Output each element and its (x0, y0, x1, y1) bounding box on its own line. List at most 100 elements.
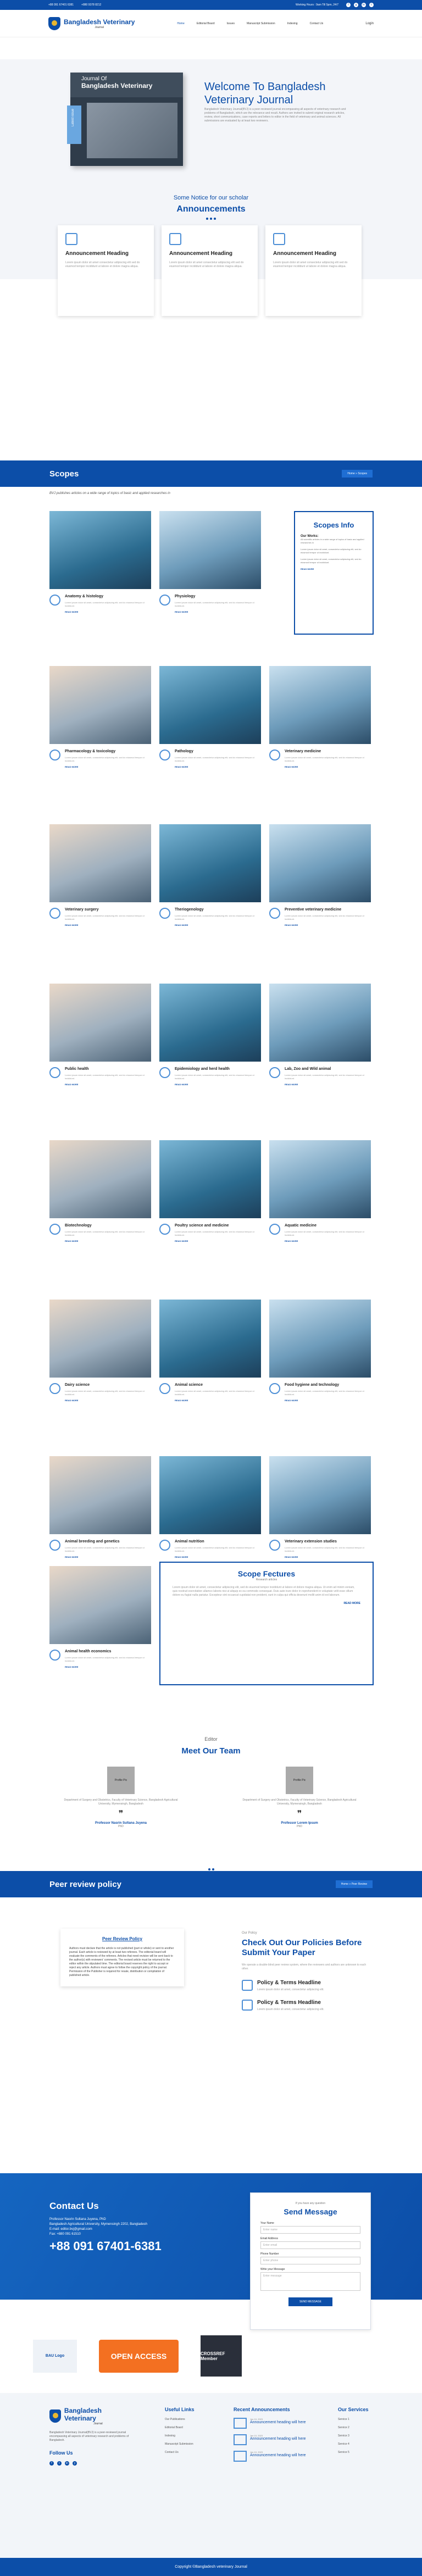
brand-logo[interactable]: Bangladesh Veterinary Journal (48, 16, 135, 30)
scopes-info-text: Lorem ipsum dolor sit amet, consectetur … (301, 548, 362, 554)
footer-link[interactable]: Indexing (165, 2434, 195, 2438)
contact-line: E-mail: editor.bvj@gmail.com (49, 2228, 92, 2231)
footer-about-text: Bangladesh Veterinary Journal(BVJ) is a … (49, 2431, 129, 2442)
scope-card[interactable]: Food hygiene and technology Lorem ipsum d… (269, 1300, 371, 1402)
recent-announcement[interactable]: Jan 10, 2023 Announcement heading will he… (234, 2418, 327, 2429)
scope-card[interactable]: Poultry science and medicine Lorem ipsum … (159, 1140, 261, 1242)
phone-field[interactable]: Enter phone (260, 2257, 360, 2264)
scope-card[interactable]: Public health Lorem ipsum dolor sit amet,… (49, 984, 151, 1086)
read-more-link[interactable]: READ MORE (301, 568, 367, 570)
scope-card[interactable]: Animal breeding and genetics Lorem ipsum … (49, 1456, 151, 1558)
scope-card[interactable]: Aquatic medicine Lorem ipsum dolor sit am… (269, 1140, 371, 1242)
footer-link[interactable]: Manuscript Submission (165, 2442, 195, 2446)
crumb-home[interactable]: Home (341, 1883, 348, 1886)
scope-card[interactable]: Pathology Lorem ipsum dolor sit amet, con… (159, 666, 261, 768)
read-more-link[interactable]: READ MORE (175, 924, 261, 926)
youtube-icon[interactable]: y (73, 2461, 77, 2466)
policy-sub: Our Policy (242, 1931, 257, 1935)
announcement-card[interactable]: Announcement Heading Lorem ipsum dolor si… (162, 225, 258, 316)
policy-heading: Check Out Our Policies Before Submit You… (242, 1938, 362, 1957)
twitter-icon[interactable]: t (369, 3, 374, 7)
scopes-banner: Scopes Home » Scopes (0, 460, 422, 487)
scope-card[interactable]: Preventive veterinary medicine Lorem ipsu… (269, 824, 371, 926)
read-more-link[interactable]: READ MORE (285, 1556, 371, 1558)
twitter-icon[interactable]: t (57, 2461, 62, 2466)
menu-indexing[interactable]: Indexing (287, 22, 298, 25)
service-link[interactable]: Service 1 (338, 2418, 369, 2421)
menu-submission[interactable]: Manuscript Submission (247, 22, 275, 25)
scope-desc: Lorem ipsum dolor sit amet, consectetur … (175, 1546, 254, 1552)
menu-editorial[interactable]: Editorial Board (197, 22, 215, 25)
announcement-card[interactable]: Announcement Heading Lorem ipsum dolor si… (58, 225, 154, 316)
service-link[interactable]: Service 4 (338, 2442, 369, 2446)
read-more-link[interactable]: READ MORE (175, 765, 261, 768)
scope-card[interactable]: Epidemiology and herd health Lorem ipsum … (159, 984, 261, 1086)
menu-home[interactable]: Home (177, 22, 184, 25)
recent-announcement[interactable]: Jan 10, 2023 Announcement heading will he… (234, 2434, 327, 2445)
footer-link[interactable]: Contact Us (165, 2451, 195, 2454)
recent-announcement[interactable]: Jan 10, 2023 Announcement heading will he… (234, 2451, 327, 2462)
footer-link[interactable]: Our Publications (165, 2418, 195, 2421)
read-more-link[interactable]: READ MORE (65, 1556, 151, 1558)
read-more-link[interactable]: READ MORE (65, 765, 151, 768)
scope-card[interactable]: Anatomy & histology Lorem ipsum dolor sit… (49, 511, 151, 613)
announce-title: Announcements (176, 204, 246, 214)
linkedin-icon[interactable]: in (65, 2461, 69, 2466)
footer-link[interactable]: Editorial Board (165, 2426, 195, 2429)
message-field[interactable]: Enter message (260, 2272, 360, 2291)
scope-card[interactable]: Physiology Lorem ipsum dolor sit amet, co… (159, 511, 261, 613)
scope-card[interactable]: Lab, Zoo and Wild animal Lorem ipsum dolo… (269, 984, 371, 1086)
google-plus-icon[interactable]: g (354, 3, 358, 7)
read-more-link[interactable]: READ MORE (285, 924, 371, 926)
crumb-home[interactable]: Home (347, 472, 354, 475)
read-more-link[interactable]: READ MORE (175, 1083, 261, 1086)
scope-card[interactable]: Animal science Lorem ipsum dolor sit amet… (159, 1300, 261, 1402)
scope-features-text: Lorem ipsum dolor sit amet, consectetur … (173, 1586, 355, 1597)
scope-image (269, 1456, 371, 1534)
carousel-dots[interactable] (0, 1868, 422, 1870)
facebook-icon[interactable]: f (49, 2461, 54, 2466)
login-button[interactable]: Login (365, 22, 374, 25)
linkedin-icon[interactable]: in (362, 3, 366, 7)
scope-card[interactable]: Pharmacology & toxicology Lorem ipsum dol… (49, 666, 151, 768)
scope-card[interactable]: Biotechnology Lorem ipsum dolor sit amet,… (49, 1140, 151, 1242)
read-more-link[interactable]: READ MORE (175, 610, 261, 613)
service-link[interactable]: Service 2 (338, 2426, 369, 2429)
read-more-link[interactable]: READ MORE (175, 1240, 261, 1242)
read-more-link[interactable]: READ MORE (65, 1665, 151, 1668)
scope-card[interactable]: Animal nutrition Lorem ipsum dolor sit am… (159, 1456, 261, 1558)
crumb-current: Scopes (358, 472, 367, 475)
read-more-link[interactable]: READ MORE (65, 1083, 151, 1086)
name-field[interactable]: Enter name (260, 2226, 360, 2234)
read-more-link[interactable]: READ MORE (285, 1083, 371, 1086)
read-more-link[interactable]: READ MORE (285, 1399, 371, 1402)
scope-card[interactable]: Theriogenology Lorem ipsum dolor sit amet… (159, 824, 261, 926)
read-more-link[interactable]: READ MORE (285, 765, 371, 768)
scope-card[interactable]: Veterinary surgery Lorem ipsum dolor sit … (49, 824, 151, 926)
announcement-card[interactable]: Announcement Heading Lorem ipsum dolor si… (265, 225, 362, 316)
scope-card[interactable]: Dairy science Lorem ipsum dolor sit amet,… (49, 1300, 151, 1402)
read-more-link[interactable]: READ MORE (285, 1240, 371, 1242)
ann-title: Announcement heading will here (250, 2437, 306, 2441)
read-more-link[interactable]: READ MORE (65, 924, 151, 926)
service-link[interactable]: Service 5 (338, 2451, 369, 2454)
email-field[interactable]: Enter email (260, 2241, 360, 2249)
scope-image (269, 824, 371, 902)
read-more-link[interactable]: READ MORE (173, 1602, 360, 1605)
scope-desc: Lorem ipsum dolor sit amet, consectetur … (175, 1390, 254, 1396)
menu-contact[interactable]: Contact Us (310, 22, 324, 25)
read-more-link[interactable]: READ MORE (175, 1399, 261, 1402)
form-title: Send Message (284, 2207, 337, 2216)
send-message-button[interactable]: SEND MESSAGE (288, 2297, 332, 2306)
read-more-link[interactable]: READ MORE (65, 1240, 151, 1242)
scope-card[interactable]: Veterinary medicine Lorem ipsum dolor sit… (269, 666, 371, 768)
service-link[interactable]: Service 3 (338, 2434, 369, 2438)
read-more-link[interactable]: READ MORE (175, 1556, 261, 1558)
read-more-link[interactable]: READ MORE (65, 610, 151, 613)
scope-card[interactable]: Animal health economics Lorem ipsum dolor… (49, 1566, 151, 1668)
facebook-icon[interactable]: f (346, 3, 351, 7)
scope-card[interactable]: Veterinary extension studies Lorem ipsum … (269, 1456, 371, 1558)
scope-image (159, 1456, 261, 1534)
read-more-link[interactable]: READ MORE (65, 1399, 151, 1402)
menu-issues[interactable]: Issues (227, 22, 235, 25)
